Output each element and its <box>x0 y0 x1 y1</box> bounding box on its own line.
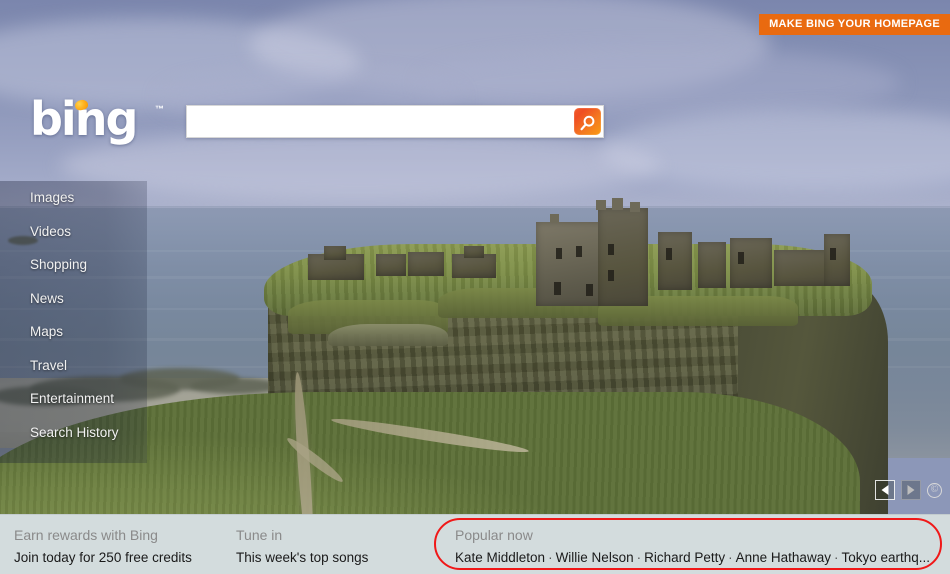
castle-outbuilding <box>376 254 406 276</box>
castle-window <box>666 248 672 260</box>
next-image-button[interactable] <box>901 480 921 500</box>
sidebar-item-shopping[interactable]: Shopping <box>0 248 180 282</box>
make-bing-homepage-button[interactable]: MAKE BING YOUR HOMEPAGE <box>759 14 950 35</box>
sidebar-item-videos[interactable]: Videos <box>0 215 180 249</box>
term-separator: · <box>833 550 839 565</box>
castle-window <box>556 248 562 259</box>
castle-gable <box>464 246 484 258</box>
magnifier-icon <box>580 115 595 130</box>
popular-term[interactable]: Tokyo earthq... <box>841 550 930 565</box>
castle-window <box>554 282 561 295</box>
popular-term[interactable]: Kate Middleton <box>455 550 545 565</box>
trademark-symbol: ™ <box>155 104 164 114</box>
castle-window <box>576 246 582 257</box>
castle-window <box>738 252 744 264</box>
popular-now-title: Popular now <box>455 527 533 543</box>
popular-now-terms: Kate Middleton · Willie Nelson · Richard Pet… <box>455 550 930 566</box>
sidebar-item-images[interactable]: Images <box>0 181 180 215</box>
castle-window <box>608 270 614 281</box>
bottom-column-popular: Popular now Kate Middleton · Willie Nelson… <box>455 515 935 574</box>
castle-window <box>608 244 614 255</box>
term-separator: · <box>728 550 733 565</box>
castle-ruins <box>268 196 868 336</box>
search-input[interactable] <box>187 106 565 137</box>
popular-term[interactable]: Anne Hathaway <box>736 550 831 565</box>
rewards-link[interactable]: Join today for 250 free credits <box>14 550 192 566</box>
sidebar-item-entertainment[interactable]: Entertainment <box>0 382 180 416</box>
popular-term[interactable]: Willie Nelson <box>556 550 634 565</box>
bing-homepage: MAKE BING YOUR HOMEPAGE bing ™ Images Vi… <box>0 0 950 574</box>
castle-merlon <box>612 198 623 210</box>
castle-window <box>586 284 593 296</box>
castle-merlon <box>630 202 640 212</box>
triangle-right-icon <box>907 485 915 495</box>
castle-merlon <box>550 214 559 223</box>
rewards-link-text[interactable]: Join today for 250 free credits <box>14 550 192 565</box>
shore-rocks <box>190 378 280 394</box>
bottom-column-rewards: Earn rewards with Bing Join today for 25… <box>14 515 224 574</box>
castle-ruin-wall <box>698 242 726 288</box>
sidebar-item-news[interactable]: News <box>0 282 180 316</box>
tunein-link[interactable]: This week's top songs <box>236 550 368 566</box>
tunein-title: Tune in <box>236 527 283 543</box>
bottom-bar: Earn rewards with Bing Join today for 25… <box>0 514 950 574</box>
sidebar-item-travel[interactable]: Travel <box>0 349 180 383</box>
castle-gable <box>324 246 346 260</box>
sidebar-item-search-history[interactable]: Search History <box>0 416 180 450</box>
image-controls: © <box>875 480 942 500</box>
castle-ruin-wall <box>658 232 692 290</box>
copyright-icon[interactable]: © <box>927 482 942 498</box>
bottom-column-tunein: Tune in This week's top songs <box>236 515 436 574</box>
search-button[interactable] <box>574 108 601 135</box>
bing-logo[interactable]: bing ™ <box>30 96 180 146</box>
popular-term[interactable]: Richard Petty <box>644 550 725 565</box>
sidebar-item-maps[interactable]: Maps <box>0 315 180 349</box>
castle-ruin-wall <box>730 238 772 288</box>
castle-merlon <box>596 200 606 210</box>
tunein-link-text[interactable]: This week's top songs <box>236 550 368 565</box>
term-separator: · <box>636 550 642 565</box>
castle-ruin-tower <box>824 234 850 286</box>
castle-window <box>830 248 836 260</box>
sidebar-nav: Images Videos Shopping News Maps Travel … <box>0 181 180 449</box>
term-separator: · <box>548 550 553 565</box>
rewards-title: Earn rewards with Bing <box>14 527 158 543</box>
search-box <box>186 105 604 138</box>
castle-tower <box>598 208 648 306</box>
triangle-left-icon <box>881 485 889 495</box>
previous-image-button[interactable] <box>875 480 895 500</box>
castle-outbuilding <box>408 252 444 276</box>
